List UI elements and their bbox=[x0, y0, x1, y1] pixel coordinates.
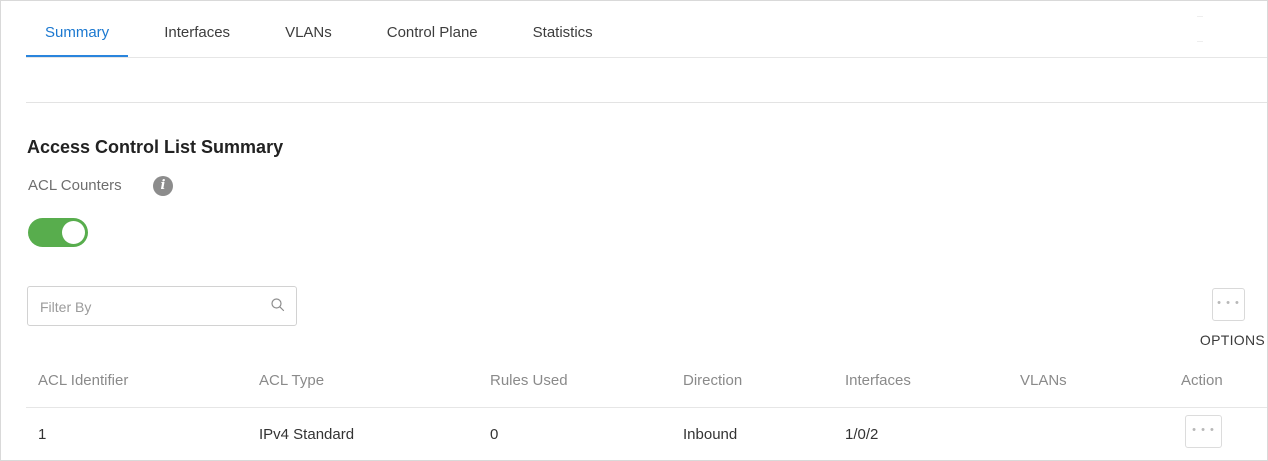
cell-acl-type: IPv4 Standard bbox=[259, 426, 355, 443]
cell-acl-identifier: 1 bbox=[38, 426, 47, 443]
cell-rules-used: 0 bbox=[490, 426, 499, 443]
column-header-interfaces[interactable]: Interfaces bbox=[845, 372, 911, 389]
column-header-acl-identifier[interactable]: ACL Identifier bbox=[38, 372, 128, 389]
tab-vlans[interactable]: VLANs bbox=[266, 1, 351, 57]
acl-counters-label: ACL Counters bbox=[28, 177, 122, 194]
column-header-rules-used[interactable]: Rules Used bbox=[490, 372, 568, 389]
column-header-vlans[interactable]: VLANs bbox=[1020, 372, 1067, 389]
tab-interfaces[interactable]: Interfaces bbox=[145, 1, 249, 57]
info-icon[interactable]: i bbox=[153, 176, 173, 196]
divider bbox=[1197, 16, 1203, 17]
column-header-acl-type[interactable]: ACL Type bbox=[259, 372, 324, 389]
tab-bar: Summary Interfaces VLANs Control Plane S… bbox=[26, 1, 629, 57]
options-button[interactable]: • • • bbox=[1212, 288, 1245, 321]
cell-direction: Inbound bbox=[683, 426, 738, 443]
tab-statistics[interactable]: Statistics bbox=[514, 1, 612, 57]
options-label: OPTIONS bbox=[1199, 332, 1265, 348]
row-action-button[interactable]: • • • bbox=[1185, 415, 1222, 448]
table-header-divider bbox=[26, 407, 1267, 408]
column-header-action: Action bbox=[1181, 372, 1223, 389]
filter-input[interactable] bbox=[38, 296, 262, 318]
filter-box bbox=[27, 286, 297, 326]
acl-counters-toggle[interactable] bbox=[28, 218, 88, 247]
tab-summary[interactable]: Summary bbox=[26, 1, 129, 57]
acl-panel: Summary Interfaces VLANs Control Plane S… bbox=[0, 0, 1268, 461]
tab-underline-divider bbox=[26, 57, 1267, 58]
column-header-direction[interactable]: Direction bbox=[683, 372, 742, 389]
toggle-knob bbox=[62, 221, 85, 244]
section-divider bbox=[26, 102, 1267, 103]
search-icon[interactable] bbox=[270, 297, 286, 313]
section-title: Access Control List Summary bbox=[27, 137, 284, 157]
tab-control-plane[interactable]: Control Plane bbox=[368, 1, 497, 57]
divider bbox=[1197, 41, 1203, 42]
cell-interfaces: 1/0/2 bbox=[845, 426, 879, 443]
